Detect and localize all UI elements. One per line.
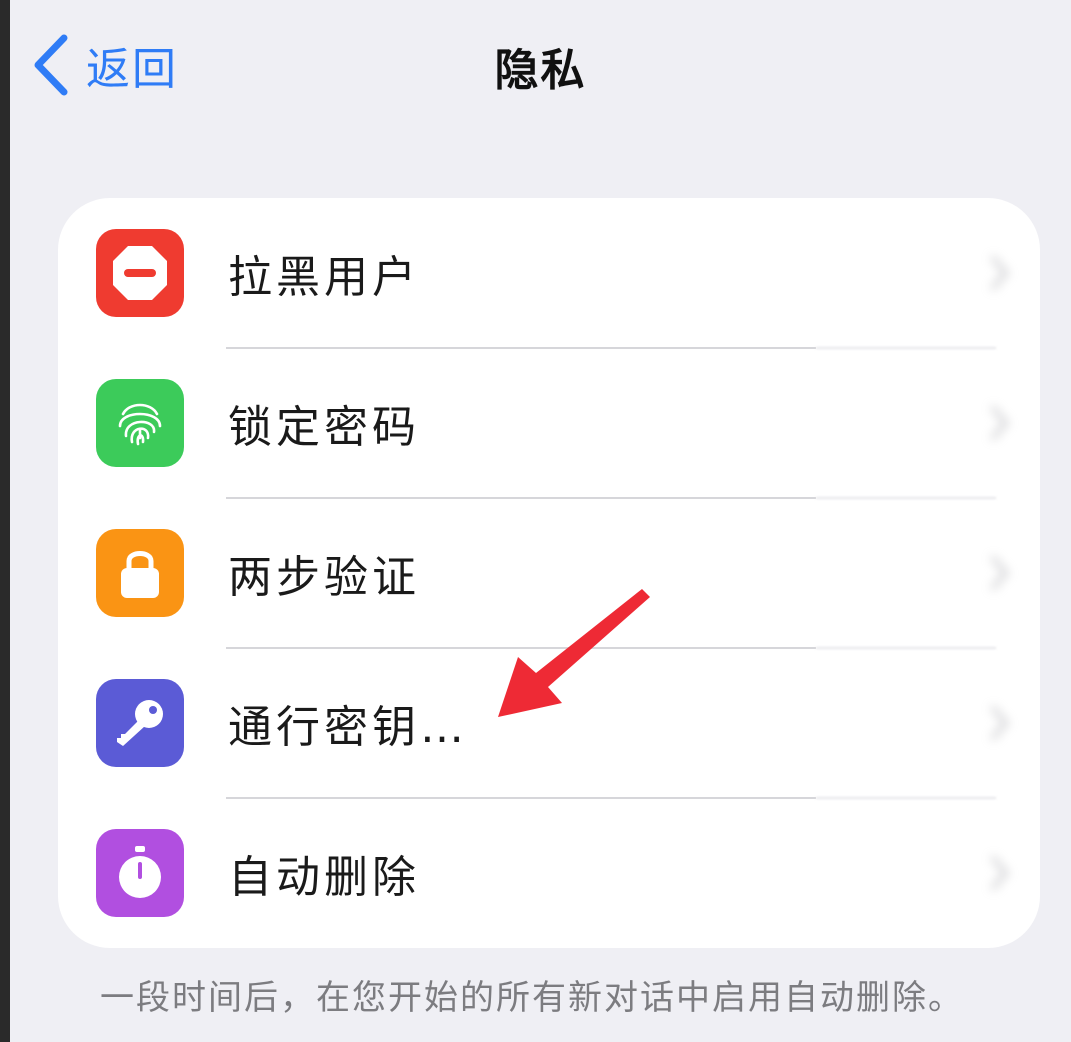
stop-icon	[96, 229, 184, 317]
chevron-right-icon	[990, 555, 1010, 591]
chevron-right-icon	[990, 855, 1010, 891]
privacy-settings-list: 拉黑用户 锁定密码 两步验证 通行密钥… 自动删除	[58, 198, 1040, 948]
screen: 返回 隐私 拉黑用户 锁定密码 两步验证 通行密钥… 自动删除 一段时间后，在您…	[10, 0, 1071, 1042]
row-label: 两步验证	[228, 552, 420, 603]
red-arrow-annotation	[498, 589, 650, 717]
timer-icon	[96, 829, 184, 917]
row-label: 通行密钥…	[228, 702, 468, 753]
row-passcode-lock[interactable]: 锁定密码	[58, 348, 1040, 498]
lock-icon	[96, 529, 184, 617]
chevron-right-icon	[990, 405, 1010, 441]
auto-delete-footnote: 一段时间后，在您开始的所有新对话中启用自动删除。	[100, 978, 964, 1018]
chevron-right-icon	[990, 705, 1010, 741]
key-icon	[96, 679, 184, 767]
chevron-right-icon	[990, 255, 1010, 291]
row-label: 自动删除	[228, 852, 420, 903]
page-title: 隐私	[494, 45, 587, 96]
fingerprint-icon	[96, 379, 184, 467]
row-blocked-users[interactable]: 拉黑用户	[58, 198, 1040, 348]
navigation-bar: 返回 隐私	[10, 0, 1071, 130]
row-label: 拉黑用户	[228, 252, 420, 303]
row-auto-delete[interactable]: 自动删除	[58, 798, 1040, 948]
row-label: 锁定密码	[228, 402, 420, 453]
